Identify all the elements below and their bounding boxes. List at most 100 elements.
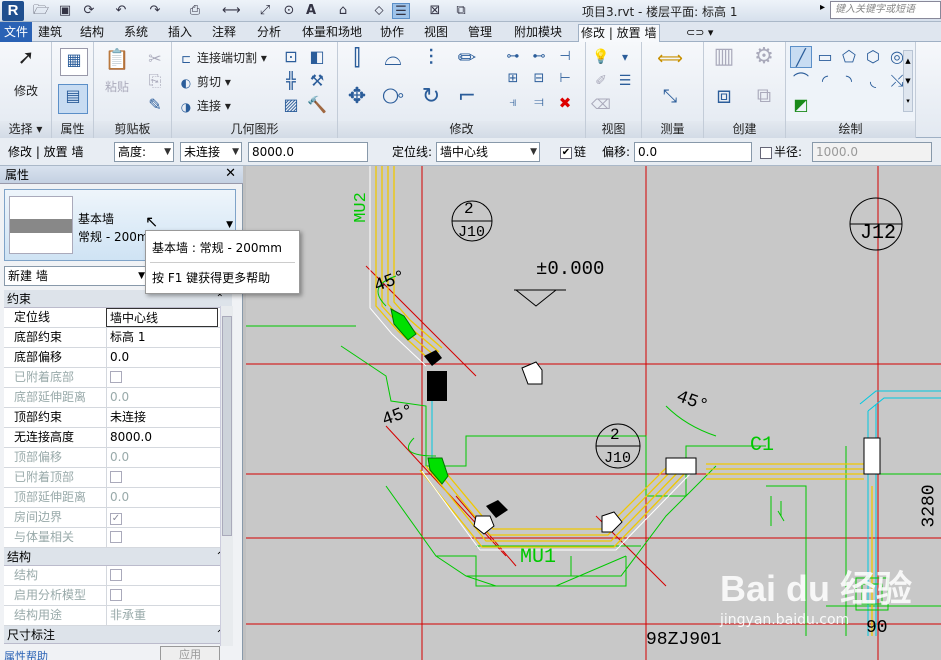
property-value[interactable]: 墙中心线 — [106, 308, 218, 327]
close-hidden-icon[interactable]: ⊠ — [426, 3, 444, 19]
cope-button[interactable]: ⊏ 连接端切割 ▾ — [178, 48, 267, 68]
hammer-icon[interactable]: 🔨 — [306, 94, 328, 116]
trim-extend-corner-icon[interactable]: ⌐ — [456, 86, 478, 108]
type-properties-icon[interactable]: ▦ — [60, 48, 88, 76]
join-button[interactable]: ◑ 连接 ▾ — [178, 96, 231, 116]
aligned-dimension-icon[interactable]: ⤡ — [650, 86, 690, 108]
height-value-field[interactable]: 8000.0 — [248, 142, 368, 162]
delete-icon[interactable]: ✖ — [554, 92, 576, 114]
chevron-down-icon[interactable]: ▼ — [226, 220, 233, 230]
line-icon[interactable]: ╱ — [790, 46, 812, 68]
mirror-axis-icon[interactable]: ⫶ — [420, 48, 442, 70]
rotate-icon[interactable]: ↻ — [420, 86, 442, 108]
instance-selector[interactable]: 新建 墙 ▼ — [4, 266, 149, 286]
property-group-header[interactable]: 结构⌃ — [4, 548, 232, 566]
properties-scrollbar[interactable] — [220, 306, 233, 646]
apply-button[interactable]: 应用 — [160, 646, 220, 660]
3d-view-icon[interactable]: ⌂ — [334, 3, 352, 19]
chain-checkbox[interactable]: ✔ 链 — [560, 142, 586, 162]
save-icon[interactable]: ▣ — [56, 3, 74, 19]
mirror-draw-icon[interactable]: ✏ — [456, 48, 478, 70]
circumscribed-polygon-icon[interactable]: ⬡ — [862, 46, 884, 68]
properties-icon[interactable]: ▤ — [58, 84, 88, 114]
sync-icon[interactable]: ⟳ — [80, 3, 98, 19]
tag-icon[interactable]: ⊙ — [280, 3, 298, 19]
thin-lines-icon[interactable]: ☰ — [392, 3, 410, 19]
offset-icon[interactable]: ⌓ — [382, 48, 404, 70]
unpin-icon[interactable]: ⊢ — [554, 68, 576, 90]
override-graphics-icon[interactable]: 💡 — [590, 46, 612, 68]
property-row[interactable]: 底部偏移 0.0 — [4, 348, 220, 368]
create-parts-icon[interactable]: ⚙ — [748, 46, 780, 78]
search-expand-icon[interactable]: ▸ — [820, 2, 825, 13]
trim-multiple-icon[interactable]: ⫤ — [528, 92, 550, 114]
align-icon[interactable]: ⫿ — [346, 48, 368, 70]
dropdown-arrow-icon[interactable]: ▾ — [614, 46, 636, 68]
draw-gallery-scroll[interactable]: ▲ ▼ ▾ — [903, 50, 913, 112]
paint-icon[interactable]: ◧ — [306, 46, 328, 68]
property-value[interactable]: 标高 1 — [106, 328, 218, 347]
text-icon[interactable]: A — [302, 3, 320, 19]
pick-faces-icon[interactable]: ◩ — [790, 94, 812, 116]
height-mode-dropdown[interactable]: 高度: ▼ — [114, 142, 174, 162]
radius-field[interactable]: 1000.0 — [812, 142, 932, 162]
offset-field[interactable]: 0.0 — [634, 142, 752, 162]
tab-options-icon[interactable]: ⊂⊃ ▾ — [684, 24, 715, 41]
property-group-header[interactable]: 尺寸标注⌃ — [4, 626, 232, 644]
print-icon[interactable]: ⎙ — [186, 3, 204, 19]
modify-button[interactable]: ➚ 修改 — [4, 46, 48, 99]
remove-paint-icon[interactable]: ▨ — [280, 94, 302, 116]
demolish-icon[interactable]: ⚒ — [306, 70, 328, 92]
property-row[interactable]: 底部约束 标高 1 — [4, 328, 220, 348]
trim-single-icon[interactable]: ⫣ — [502, 92, 524, 114]
copy-element-icon[interactable]: ⧂ — [382, 86, 404, 108]
copy-icon[interactable]: ⎘ — [144, 70, 166, 92]
fillet-arc-icon[interactable]: ◟ — [862, 70, 884, 92]
center-arc-icon[interactable]: ◜ — [814, 70, 836, 92]
array-icon[interactable]: ⊞ — [502, 68, 524, 90]
tangent-arc-icon[interactable]: ◝ — [838, 70, 860, 92]
section-icon[interactable]: ⬦ — [370, 3, 388, 19]
tab-structure[interactable]: 结构 — [78, 24, 106, 41]
switch-window-icon[interactable]: ⧉ — [452, 3, 470, 19]
eraser-icon[interactable]: ⌫ — [590, 94, 612, 116]
panel-select-label[interactable]: 选择 ▾ — [0, 121, 51, 138]
tab-analyze[interactable]: 分析 — [255, 24, 283, 41]
cut-icon[interactable]: ✂ — [144, 48, 166, 70]
tab-modify-place-wall[interactable]: 修改 | 放置 墙 — [578, 24, 660, 43]
top-constraint-dropdown[interactable]: 未连接 ▼ — [180, 142, 242, 162]
measure-between-icon[interactable]: ⟺ — [650, 48, 690, 70]
cut-geometry-button[interactable]: ◐ 剪切 ▾ — [178, 72, 231, 92]
dimension-icon[interactable]: ⤢ — [256, 3, 274, 19]
rectangle-icon[interactable]: ▭ — [814, 46, 836, 68]
split-gap-icon[interactable]: ⊷ — [528, 46, 550, 68]
tab-architecture[interactable]: 建筑 — [36, 24, 64, 41]
split-icon[interactable]: ⊶ — [502, 46, 524, 68]
tab-annotate[interactable]: 注释 — [210, 24, 238, 41]
property-value[interactable]: 0.0 — [106, 348, 218, 367]
tab-file[interactable]: 文件 — [0, 22, 33, 42]
measure-icon[interactable]: ⟷ — [222, 3, 241, 19]
property-value[interactable]: 未连接 — [106, 408, 218, 427]
tab-collaborate[interactable]: 协作 — [378, 24, 406, 41]
close-icon[interactable]: ✕ — [225, 166, 236, 181]
properties-help-link[interactable]: 属性帮助 — [4, 648, 48, 660]
scale-icon[interactable]: ⊟ — [528, 68, 550, 90]
open-icon[interactable]: 🗁 — [32, 3, 50, 19]
tab-view[interactable]: 视图 — [422, 24, 450, 41]
location-line-dropdown[interactable]: 墙中心线 ▼ — [436, 142, 540, 162]
tab-manage[interactable]: 管理 — [466, 24, 494, 41]
search-input[interactable]: 键入关键字或短语 — [830, 1, 941, 19]
start-end-arc-icon[interactable]: ⌒ — [790, 70, 812, 92]
redo-icon[interactable]: ↷ — [146, 3, 164, 19]
create-similar-icon[interactable]: ⧉ — [748, 84, 780, 116]
application-menu-button[interactable]: R — [2, 1, 24, 21]
create-assembly-icon[interactable]: ▥ — [708, 46, 740, 78]
property-row[interactable]: 定位线 墙中心线 — [4, 308, 220, 328]
property-row[interactable]: 顶部约束 未连接 — [4, 408, 220, 428]
create-group-icon[interactable]: ⧈ — [708, 83, 740, 116]
match-type-icon[interactable]: ✎ — [144, 94, 166, 116]
tab-insert[interactable]: 插入 — [166, 24, 194, 41]
tab-systems[interactable]: 系统 — [122, 24, 150, 41]
property-value[interactable]: 8000.0 — [106, 428, 218, 447]
